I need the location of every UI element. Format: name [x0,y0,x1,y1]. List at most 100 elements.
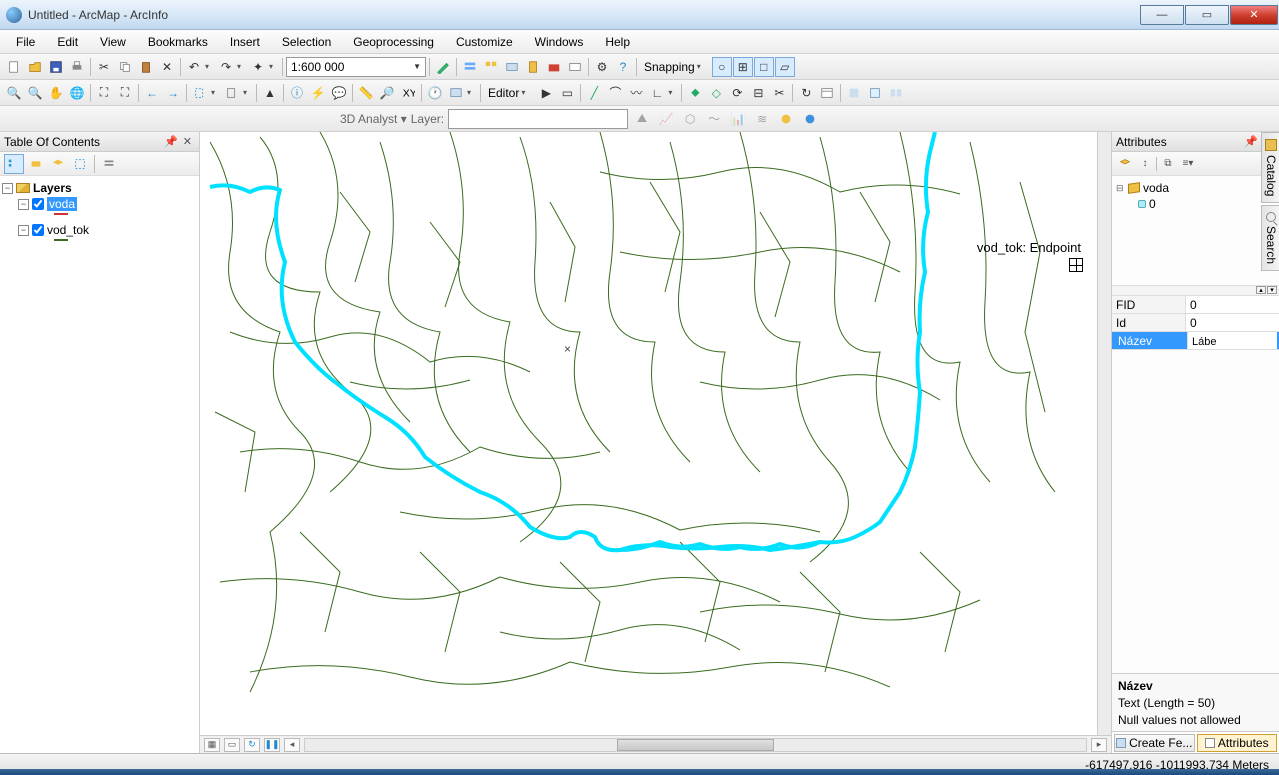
grid-row-fid[interactable]: FID 0 [1112,296,1279,314]
cut-polygon-icon[interactable]: ⊟ [748,83,768,103]
clear-selection-icon[interactable] [222,83,242,103]
menu-view[interactable]: View [90,32,136,52]
snapping-menu[interactable]: Snapping ▾ [640,60,711,74]
collapse-icon[interactable]: − [18,225,29,236]
snap-edge-icon[interactable]: ▱ [775,57,795,77]
attributes-tab[interactable]: Attributes [1197,734,1278,752]
create-features-tab[interactable]: Create Fe... [1114,734,1195,752]
clear-dropdown[interactable]: ▾ [243,88,253,97]
rightangle-icon[interactable]: ∟ [647,83,667,103]
add-data-icon[interactable]: ✦ [248,57,268,77]
layer-visibility-checkbox[interactable] [32,224,44,236]
scale-dropdown-icon[interactable]: ▼ [413,62,421,71]
pause-button[interactable]: ❚❚ [264,738,280,752]
surface-spot-icon[interactable]: ⬡ [680,109,700,129]
attributes-icon[interactable] [817,83,837,103]
select-element-icon[interactable]: ▲ [260,83,280,103]
interpolate-line-icon[interactable]: 〜 [704,109,724,129]
grid-row-id[interactable]: Id 0 [1112,314,1279,332]
python-icon[interactable] [565,57,585,77]
catalog-tree-icon[interactable] [481,57,501,77]
sort-asc-icon[interactable]: ↕ [1136,155,1154,173]
layer-name[interactable]: voda [47,197,77,211]
forward-icon[interactable]: → [163,83,183,103]
redo-dropdown[interactable]: ▾ [237,62,247,71]
time-slider-icon[interactable]: 🕐 [425,83,445,103]
find-icon[interactable]: 🔎 [377,83,397,103]
layer-name[interactable]: vod_tok [47,223,89,237]
editor-toolbar-icon[interactable] [433,57,453,77]
toc-item-voda[interactable]: − voda [2,196,197,212]
split-icon[interactable]: ✂ [769,83,789,103]
measure-icon[interactable]: 📏 [356,83,376,103]
scroll-down-icon[interactable]: ▾ [1267,286,1277,294]
search-window-icon[interactable] [502,57,522,77]
layer-switch-icon[interactable] [1116,155,1134,173]
toc-root-row[interactable]: − Layers [2,180,197,196]
undo-icon[interactable]: ↶ [184,57,204,77]
findxy-icon[interactable]: XY [398,83,418,103]
identify-icon[interactable]: ⓘ [287,83,307,103]
menu-windows[interactable]: Windows [525,32,594,52]
layer-symbol-vodtok[interactable] [2,238,197,242]
viewer-dropdown[interactable]: ▾ [467,88,477,97]
graph-icon[interactable] [800,109,820,129]
point-icon[interactable]: ⬥ [685,83,705,103]
list-by-selection-icon[interactable] [70,154,90,174]
menu-help[interactable]: Help [595,32,640,52]
hyperlink-icon[interactable]: ⚡ [308,83,328,103]
grid-value-input[interactable] [1192,336,1273,348]
open-icon[interactable] [25,57,45,77]
full-extent-icon[interactable]: 🌐 [67,83,87,103]
toc-pin-icon[interactable]: 📌 [162,135,180,148]
scene-icon[interactable] [776,109,796,129]
list-by-visibility-icon[interactable] [48,154,68,174]
save-icon[interactable] [46,57,66,77]
back-icon[interactable]: ← [142,83,162,103]
arccatalog-icon[interactable] [523,57,543,77]
edit-vertices-icon[interactable]: ◇ [706,83,726,103]
select-features-icon[interactable] [190,83,210,103]
minimize-button[interactable]: — [1140,5,1184,25]
surface-slope-icon[interactable]: 📈 [656,109,676,129]
attr-tree-root[interactable]: ⊟ voda [1116,180,1275,196]
paste-icon[interactable] [136,57,156,77]
snap-vertex-icon[interactable]: □ [754,57,774,77]
attributes-pin-icon[interactable]: 📌 [1242,135,1260,148]
analyst-label[interactable]: 3D Analyst ▾ [340,112,407,126]
edit-annot-icon[interactable]: ▭ [557,83,577,103]
fixed-zoomin-icon[interactable]: ⛶ [94,83,114,103]
snap-end-icon[interactable]: ⊞ [733,57,753,77]
snap-point-icon[interactable]: ○ [712,57,732,77]
collapse-icon[interactable]: − [2,183,13,194]
layer-selector[interactable] [448,109,628,129]
pan-icon[interactable]: ✋ [46,83,66,103]
scroll-up-icon[interactable]: ▴ [1256,286,1266,294]
map-vscrollbar[interactable] [1097,132,1111,735]
model-builder-icon[interactable]: ⚙ [592,57,612,77]
refresh-button[interactable]: ↻ [244,738,260,752]
zoom-in-icon[interactable]: 🔍 [4,83,24,103]
attr-tree-child[interactable]: 0 [1116,196,1275,212]
select-dropdown[interactable]: ▾ [211,88,221,97]
menu-selection[interactable]: Selection [272,32,341,52]
fixed-zoomout-icon[interactable]: ⛶ [115,83,135,103]
options-menu-icon[interactable]: ≡▾ [1179,155,1197,173]
grid-value-editing[interactable] [1188,332,1277,349]
toc-icon[interactable] [460,57,480,77]
viewer-icon[interactable] [446,83,466,103]
layout-view-button[interactable]: ▭ [224,738,240,752]
toolbox-icon[interactable] [544,57,564,77]
related-icon[interactable]: ⧉ [1159,155,1177,173]
scroll-right-button[interactable]: ▸ [1091,738,1107,752]
redo-icon[interactable]: ↷ [216,57,236,77]
menu-geoprocessing[interactable]: Geoprocessing [343,32,444,52]
add-data-dropdown[interactable]: ▾ [269,62,279,71]
surface-contour-icon[interactable]: ⛰ [632,109,652,129]
sketch-props-icon[interactable] [844,83,864,103]
menu-insert[interactable]: Insert [220,32,270,52]
zoom-out-icon[interactable]: 🔍 [25,83,45,103]
undo-dropdown[interactable]: ▾ [205,62,215,71]
menu-file[interactable]: File [6,32,45,52]
list-by-source-icon[interactable] [26,154,46,174]
